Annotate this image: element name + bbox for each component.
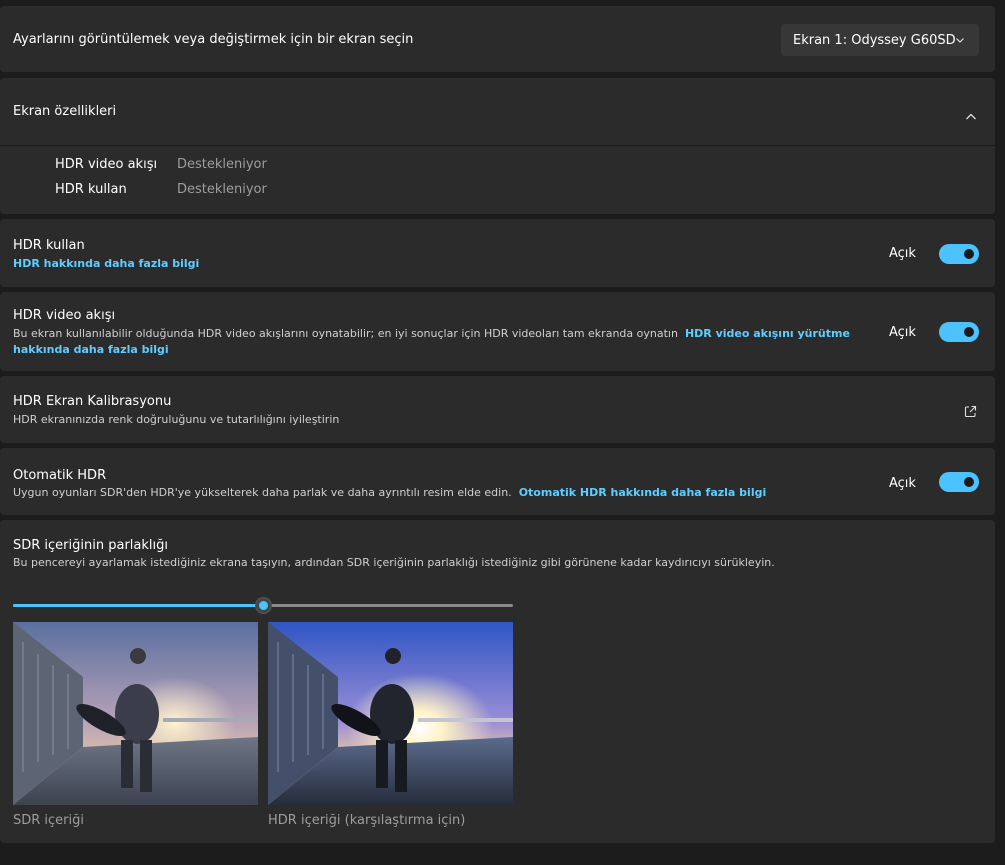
toggle-knob — [964, 327, 974, 337]
slider-thumb[interactable] — [254, 597, 272, 614]
sdr-brightness-title: SDR içeriğinin parlaklığı — [13, 538, 168, 553]
display-dropdown-value: Ekran 1: Odyssey G60SD — [793, 32, 956, 48]
toggle-knob — [964, 477, 974, 487]
hdr-calibration-description: HDR ekranınızda renk doğruluğunu ve tuta… — [13, 413, 340, 426]
sdr-sample-image — [13, 622, 258, 805]
hdr-video-link[interactable]: HDR video akışını yürütme — [685, 327, 850, 340]
property-value-hdr-video: Destekleniyor — [177, 157, 267, 172]
hdr-calibration-card[interactable]: HDR Ekran Kalibrasyonu HDR ekranınızda r… — [0, 376, 995, 443]
hdr-video-card: HDR video akışı Bu ekran kullanılabilir … — [0, 292, 995, 371]
display-properties-card: Ekran özellikleri HDR video akışı Destek… — [0, 78, 995, 214]
hdr-calibration-title: HDR Ekran Kalibrasyonu — [13, 394, 172, 409]
use-hdr-link[interactable]: HDR hakkında daha fazla bilgi — [13, 256, 199, 272]
hdr-video-description: Bu ekran kullanılabilir olduğunda HDR vi… — [13, 327, 850, 340]
hdr-video-toggle[interactable] — [939, 322, 979, 342]
auto-hdr-description: Uygun oyunları SDR'den HDR'ye yükseltere… — [13, 486, 767, 499]
display-dropdown[interactable]: Ekran 1: Odyssey G60SD — [781, 24, 979, 56]
display-properties-title: Ekran özellikleri — [13, 104, 117, 119]
display-select-label: Ayarlarını görüntülemek veya değiştirmek… — [13, 32, 414, 47]
sdr-brightness-description: Bu pencereyi ayarlamak istediğiniz ekran… — [13, 556, 775, 569]
hdr-sample-image — [268, 622, 513, 805]
hdr-video-link-line2[interactable]: hakkında daha fazla bilgi — [13, 342, 169, 358]
external-link-icon — [964, 403, 977, 422]
auto-hdr-state-label: Açık — [889, 476, 916, 491]
sdr-caption: SDR içeriği — [13, 813, 85, 828]
property-label-hdr-video: HDR video akışı — [55, 157, 158, 172]
chevron-up-icon — [965, 107, 977, 126]
toggle-knob — [964, 249, 974, 259]
use-hdr-card: HDR kullan HDR hakkında daha fazla bilgi… — [0, 219, 995, 287]
hdr-video-state-label: Açık — [889, 325, 916, 340]
chevron-down-icon — [955, 34, 965, 49]
property-label-use-hdr: HDR kullan — [55, 182, 127, 197]
hdr-video-title: HDR video akışı — [13, 308, 116, 323]
auto-hdr-toggle[interactable] — [939, 472, 979, 492]
auto-hdr-card: Otomatik HDR Uygun oyunları SDR'den HDR'… — [0, 448, 995, 515]
use-hdr-state-label: Açık — [889, 246, 916, 261]
slider-fill — [13, 604, 263, 607]
hdr-caption: HDR içeriği (karşılaştırma için) — [268, 813, 466, 828]
use-hdr-toggle[interactable] — [939, 244, 979, 264]
use-hdr-title: HDR kullan — [13, 238, 85, 253]
auto-hdr-link[interactable]: Otomatik HDR hakkında daha fazla bilgi — [519, 486, 767, 499]
display-properties-header[interactable]: Ekran özellikleri — [0, 78, 995, 146]
property-value-use-hdr: Destekleniyor — [177, 182, 267, 197]
auto-hdr-title: Otomatik HDR — [13, 468, 107, 483]
display-select-card: Ayarlarını görüntülemek veya değiştirmek… — [0, 6, 995, 72]
sdr-brightness-slider[interactable] — [13, 597, 513, 614]
